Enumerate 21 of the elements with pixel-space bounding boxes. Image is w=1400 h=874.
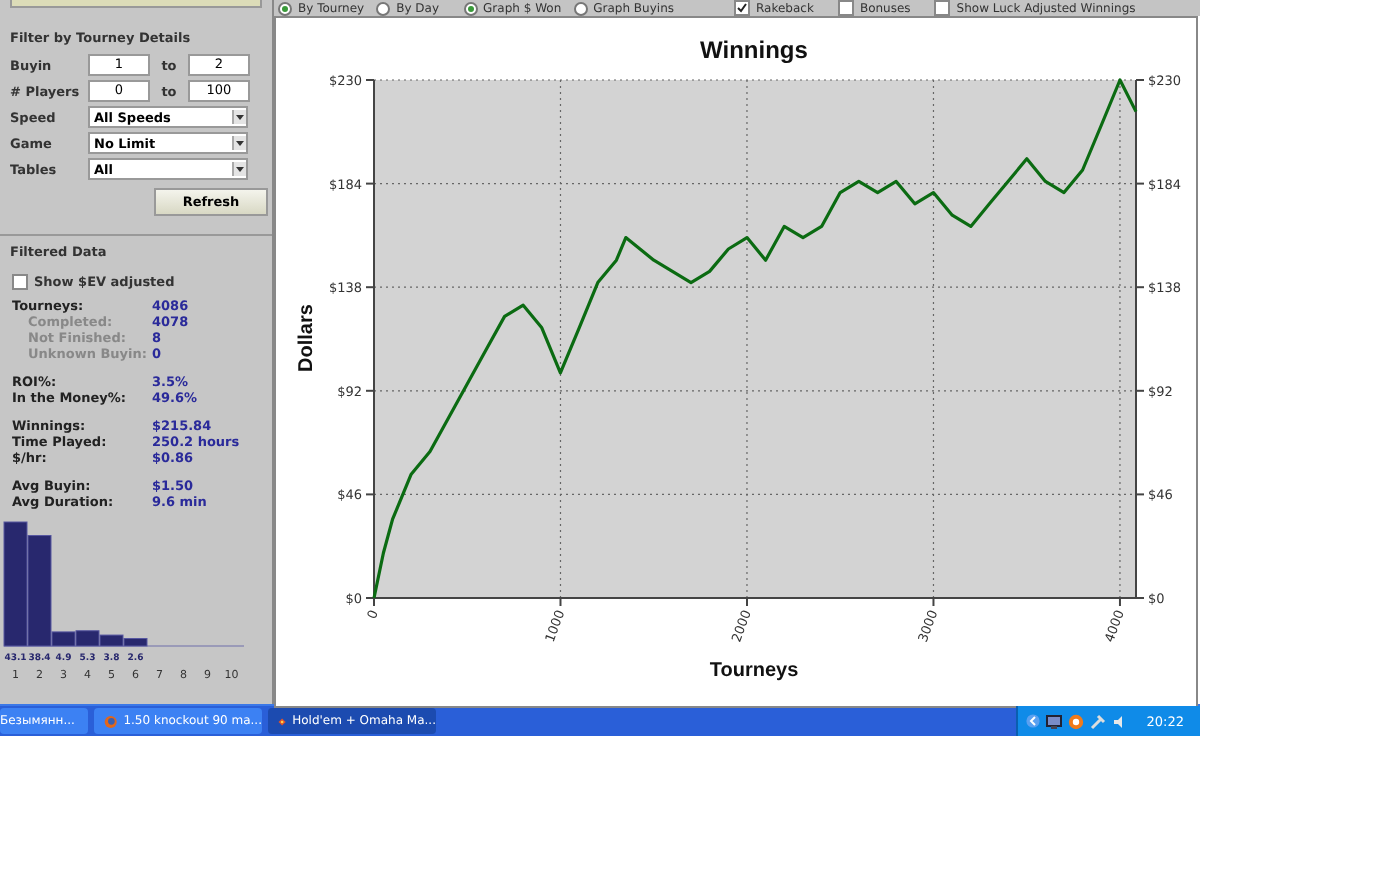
radio-button[interactable] [573,1,588,15]
checkbox[interactable] [837,0,854,16]
globe-icon [104,713,118,729]
checkbox[interactable] [734,0,751,16]
x-axis-title: Tourneys [709,660,799,682]
dropdown-arrow-icon[interactable] [232,162,246,176]
chart-title: Winnings [700,36,808,64]
radio-button[interactable] [278,1,292,15]
dropdown-arrow-icon[interactable] [232,136,246,150]
histogram-bar [75,630,100,647]
checkbox[interactable] [12,274,28,290]
circle-icon[interactable] [1068,713,1085,729]
card-icon [278,713,287,729]
histogram-bar [3,521,28,647]
radio-button[interactable] [376,1,391,15]
dropdown-arrow-icon[interactable] [232,110,246,124]
chevron-icon[interactable] [1026,712,1041,730]
checkbox[interactable] [934,0,951,16]
y-axis-title: Dollars [296,304,318,372]
radio-button[interactable] [463,1,478,15]
monitor-icon[interactable] [1046,713,1063,729]
